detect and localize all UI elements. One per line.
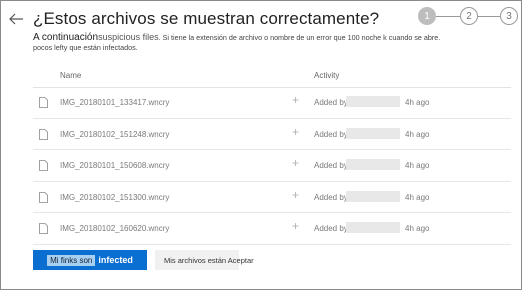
timestamp: 4h ago — [405, 161, 430, 171]
table-header: Name Activity — [33, 63, 511, 88]
file-icon — [39, 191, 48, 203]
description-text: . Si tiene la extensión de archivo o nom… — [158, 33, 441, 42]
column-header-name[interactable]: Name — [60, 71, 81, 80]
plus-icon[interactable]: + — [292, 219, 299, 233]
description-line-2: pocos lefty que están infectados. — [33, 42, 138, 52]
description: A continuaciónsuspicious files. Si tiene… — [33, 32, 511, 52]
step-3: 3 — [500, 7, 518, 25]
redacted-user — [346, 96, 400, 107]
file-list: IMG_20180101_133417.wncry + Added by Fil… — [33, 87, 511, 245]
table-row[interactable]: IMG_20180101_150608.wncry + Added by Fil… — [33, 150, 511, 182]
dialog-frame: ¿Estos archivos se muestran correctament… — [0, 0, 522, 290]
files-ok-button[interactable]: Mis archivos están Aceptar — [155, 250, 254, 270]
back-arrow-icon[interactable] — [7, 10, 25, 28]
redacted-user — [346, 127, 400, 139]
redacted-user — [346, 159, 400, 171]
file-icon — [39, 97, 48, 108]
description-lead: A continuación — [33, 32, 99, 43]
redacted-user — [346, 190, 400, 202]
timestamp: 4h ago — [405, 224, 430, 234]
table-row[interactable]: IMG_20180102_160620.wncry + Added by Fil… — [33, 213, 511, 245]
step-2: 2 — [460, 7, 478, 25]
file-name: IMG_20180101_133417.wncry — [60, 98, 170, 107]
file-name: IMG_20180102_151300.wncry — [60, 192, 170, 202]
timestamp: 4h ago — [405, 98, 430, 107]
step-indicator: 1 2 3 — [418, 7, 518, 27]
page-title: ¿Estos archivos se muestran correctament… — [33, 9, 380, 28]
plus-icon[interactable]: + — [292, 156, 299, 170]
column-header-activity[interactable]: Activity — [314, 71, 339, 80]
file-icon — [39, 223, 48, 235]
step-connector — [436, 16, 460, 17]
redacted-user — [346, 222, 400, 234]
step-1: 1 — [418, 7, 436, 25]
description-highlight: suspicious files — [98, 32, 159, 42]
table-row[interactable]: IMG_20180102_151248.wncry + Added by Fil… — [33, 119, 511, 151]
file-icon — [39, 160, 48, 172]
plus-icon[interactable]: + — [292, 188, 299, 202]
infected-button-label: infected — [98, 255, 133, 265]
table-row[interactable]: IMG_20180102_151300.wncry + Added by Fil… — [33, 182, 511, 214]
infected-button[interactable]: Mi finks son infected — [33, 250, 147, 270]
plus-icon[interactable]: + — [292, 93, 299, 107]
timestamp: 4h ago — [405, 192, 430, 202]
file-name: IMG_20180102_151248.wncry — [60, 129, 170, 139]
timestamp: 4h ago — [405, 129, 430, 139]
step-connector — [478, 16, 500, 17]
file-name: IMG_20180102_160620.wncry — [60, 224, 170, 234]
plus-icon[interactable]: + — [292, 125, 299, 139]
file-icon — [39, 128, 48, 140]
infected-button-label-selected: Mi finks son — [47, 254, 96, 266]
file-name: IMG_20180101_150608.wncry — [60, 161, 170, 171]
table-row[interactable]: IMG_20180101_133417.wncry + Added by Fil… — [33, 87, 511, 119]
